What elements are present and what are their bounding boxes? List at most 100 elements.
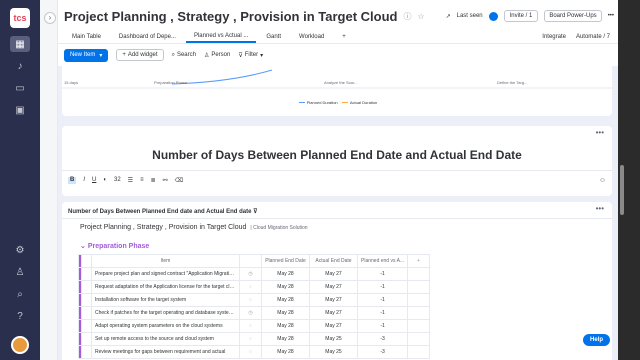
add-widget-button[interactable]: + Add widget bbox=[116, 49, 164, 61]
calendar-icon[interactable]: ▣ bbox=[10, 102, 30, 118]
table-row[interactable]: Check if patches for the target operatin… bbox=[78, 306, 431, 320]
search-rail-icon[interactable]: ⌕ bbox=[10, 286, 30, 302]
automate-button[interactable]: Automate / 7 bbox=[576, 34, 610, 40]
actual-end-date[interactable]: May 25 bbox=[309, 345, 358, 359]
row-checkbox[interactable] bbox=[81, 280, 92, 294]
row-checkbox[interactable] bbox=[81, 345, 92, 359]
text-widget-title[interactable]: Number of Days Between Planned End Date … bbox=[62, 148, 612, 162]
updates-icon[interactable]: ◌ bbox=[239, 319, 262, 333]
planned-end-date[interactable]: May 28 bbox=[261, 306, 310, 320]
expand-sidebar-icon[interactable]: › bbox=[44, 12, 56, 24]
item-name[interactable]: Adapt operating system parameters on the… bbox=[91, 319, 240, 333]
planned-end-date[interactable]: May 28 bbox=[261, 319, 310, 333]
row-checkbox[interactable] bbox=[81, 332, 92, 346]
more-menu-icon[interactable]: ••• bbox=[608, 13, 614, 19]
vertical-scrollbar[interactable] bbox=[620, 165, 624, 215]
row-checkbox[interactable] bbox=[81, 293, 92, 307]
avatar[interactable] bbox=[11, 336, 29, 354]
column-planned-end[interactable]: Planned End Date bbox=[261, 254, 310, 268]
add-column-button[interactable]: + bbox=[407, 254, 431, 268]
integrate-button[interactable]: Integrate bbox=[542, 34, 566, 40]
text-color-icon[interactable]: ◐ bbox=[103, 177, 107, 184]
actual-end-date[interactable]: May 27 bbox=[309, 267, 358, 281]
last-seen-avatar[interactable] bbox=[488, 11, 498, 21]
updates-icon[interactable]: ◌ bbox=[239, 293, 262, 307]
app-logo[interactable]: tcs bbox=[10, 8, 30, 28]
integrations-icon[interactable]: ⚙ bbox=[10, 242, 30, 258]
table-row[interactable]: Adapt operating system parameters on the… bbox=[78, 319, 431, 333]
search-button[interactable]: ⌕ Search bbox=[172, 52, 196, 59]
tab-main-table[interactable]: Main Table bbox=[64, 34, 109, 43]
actual-end-date[interactable]: May 27 bbox=[309, 319, 358, 333]
table-row[interactable]: Review meetings for gaps between require… bbox=[78, 345, 431, 359]
bell-icon[interactable]: ♪ bbox=[10, 58, 30, 74]
row-checkbox[interactable] bbox=[81, 306, 92, 320]
legend-actual[interactable]: Actual Duration bbox=[350, 100, 377, 105]
tab-planned-vs-actual[interactable]: Planned vs Actual ... bbox=[185, 33, 257, 43]
actual-end-date[interactable]: May 25 bbox=[309, 332, 358, 346]
group-title[interactable]: ⌄ Preparation Phase bbox=[80, 242, 149, 250]
table-row[interactable]: Prepare project plan and signed contract… bbox=[78, 267, 431, 281]
help-rail-icon[interactable]: ? bbox=[10, 308, 30, 324]
add-view-button[interactable]: + bbox=[334, 34, 354, 43]
table-row[interactable]: Request adaptation of the Application li… bbox=[78, 280, 431, 294]
tab-gantt[interactable]: Gantt bbox=[258, 34, 289, 43]
updates-icon[interactable]: ◌ bbox=[239, 280, 262, 294]
table-row[interactable]: Set up remote access to the source and c… bbox=[78, 332, 431, 346]
tab-dashboard[interactable]: Dashboard of Depe... bbox=[111, 34, 184, 43]
numbered-list-icon[interactable]: ≡ bbox=[140, 177, 144, 184]
planned-end-date[interactable]: May 28 bbox=[261, 332, 310, 346]
star-icon[interactable]: ☆ bbox=[417, 12, 424, 21]
board-powerups-button[interactable]: Board Power-Ups bbox=[544, 10, 602, 22]
actual-end-date[interactable]: May 27 bbox=[309, 293, 358, 307]
chevron-down-icon[interactable]: ▾ bbox=[99, 52, 102, 59]
item-name[interactable]: Check if patches for the target operatin… bbox=[91, 306, 240, 320]
table-row[interactable]: Installation software for the target sys… bbox=[78, 293, 431, 307]
inbox-icon[interactable]: ▭ bbox=[10, 80, 30, 96]
info-icon[interactable]: ⓘ bbox=[403, 11, 411, 22]
clear-format-icon[interactable]: ⌫ bbox=[175, 177, 183, 184]
list-icon[interactable]: ☰ bbox=[128, 177, 133, 184]
board-title[interactable]: Project Planning , Strategy , Provision … bbox=[80, 224, 246, 231]
new-item-button[interactable]: New Item ▾ bbox=[64, 48, 109, 62]
tab-workload[interactable]: Workload bbox=[291, 34, 332, 43]
actual-end-date[interactable]: May 27 bbox=[309, 280, 358, 294]
invite-members-icon[interactable]: ♙ bbox=[10, 264, 30, 280]
activity-icon[interactable]: ↗ bbox=[446, 13, 451, 20]
updates-icon[interactable]: ◷ bbox=[239, 267, 262, 281]
column-actual-end[interactable]: Actual End Date bbox=[309, 254, 358, 268]
filter-icon[interactable]: ⊽ bbox=[253, 209, 257, 215]
item-name[interactable]: Prepare project plan and signed contract… bbox=[91, 267, 240, 281]
filter-button[interactable]: ⊽ Filter ▾ bbox=[238, 52, 263, 59]
board-link[interactable]: Project Planning , Strategy , Provision … bbox=[80, 224, 308, 231]
planned-end-date[interactable]: May 28 bbox=[261, 280, 310, 294]
page-title[interactable]: Project Planning , Strategy , Provision … bbox=[64, 9, 397, 24]
bold-icon[interactable]: B bbox=[68, 177, 77, 184]
widget-menu-icon[interactable]: ••• bbox=[596, 128, 604, 137]
row-checkbox[interactable] bbox=[81, 319, 92, 333]
row-checkbox[interactable] bbox=[81, 267, 92, 281]
grid-icon[interactable]: ▦ bbox=[10, 36, 30, 52]
link-icon[interactable]: ⚯ bbox=[163, 177, 168, 184]
chevron-down-icon[interactable]: ⌄ bbox=[80, 243, 86, 250]
item-name[interactable]: Installation software for the target sys… bbox=[91, 293, 240, 307]
widget-menu-icon[interactable]: ••• bbox=[596, 204, 604, 213]
updates-icon[interactable]: ◌ bbox=[239, 332, 262, 346]
updates-icon[interactable]: ◷ bbox=[239, 306, 262, 320]
font-size-select[interactable]: 32 bbox=[114, 177, 121, 184]
invite-button[interactable]: Invite / 1 bbox=[503, 10, 539, 22]
align-icon[interactable]: ≣ bbox=[151, 177, 156, 184]
emoji-icon[interactable]: ☺ bbox=[599, 177, 606, 184]
item-name[interactable]: Request adaptation of the Application li… bbox=[91, 280, 240, 294]
planned-end-date[interactable]: May 28 bbox=[261, 293, 310, 307]
help-button[interactable]: Help bbox=[582, 334, 610, 346]
updates-icon[interactable]: ◌ bbox=[239, 345, 262, 359]
planned-end-date[interactable]: May 28 bbox=[261, 267, 310, 281]
underline-icon[interactable]: U bbox=[92, 177, 96, 184]
item-name[interactable]: Review meetings for gaps between require… bbox=[91, 345, 240, 359]
select-all-checkbox[interactable] bbox=[81, 254, 92, 268]
planned-end-date[interactable]: May 28 bbox=[261, 345, 310, 359]
column-diff[interactable]: Planned end vs A... bbox=[356, 254, 409, 268]
person-filter-button[interactable]: ♙ Person bbox=[204, 52, 230, 59]
actual-end-date[interactable]: May 27 bbox=[309, 306, 358, 320]
